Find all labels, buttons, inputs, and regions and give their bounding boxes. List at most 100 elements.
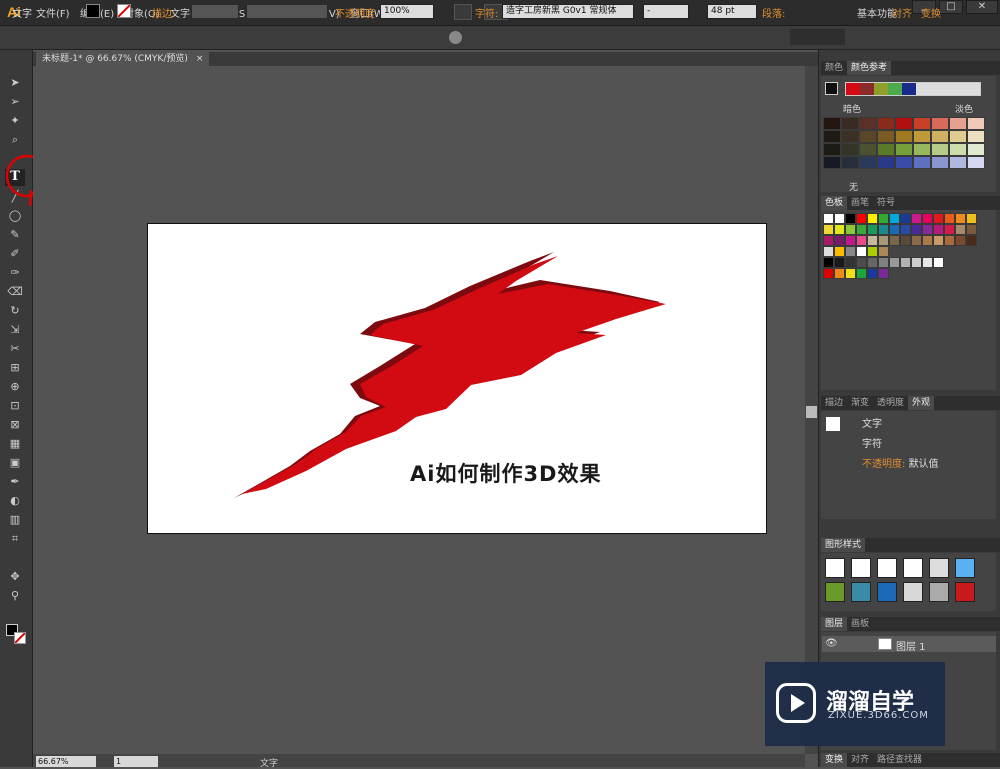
- color-swatch[interactable]: [911, 235, 922, 246]
- tab-color[interactable]: 颜色: [821, 61, 847, 75]
- document-tab[interactable]: 未标题-1* @ 66.67% (CMYK/预览) ×: [36, 52, 210, 66]
- artwork-title-text[interactable]: Ai如何制作3D效果: [410, 458, 602, 488]
- guide-swatch[interactable]: [823, 156, 841, 169]
- gray-swatch[interactable]: [834, 257, 845, 268]
- color-swatch[interactable]: [823, 235, 834, 246]
- recolor-icon[interactable]: [449, 31, 462, 44]
- color-swatch[interactable]: [845, 224, 856, 235]
- graphic-style-thumb[interactable]: [825, 582, 845, 602]
- blend-tool-icon[interactable]: ✒: [5, 473, 25, 490]
- color-swatch[interactable]: [900, 224, 911, 235]
- lasso-tool-icon[interactable]: ⌕: [5, 131, 25, 148]
- graphic-style-thumb[interactable]: [851, 558, 871, 578]
- font-style-field[interactable]: -: [643, 4, 689, 19]
- color-swatch[interactable]: [867, 246, 878, 257]
- magic-wand-tool-icon[interactable]: ✦: [5, 112, 25, 129]
- blob-brush-tool-icon[interactable]: ✑: [5, 264, 25, 281]
- font-family-field[interactable]: 造字工房新黑 G0v1 常规体: [502, 4, 634, 19]
- color-swatch[interactable]: [856, 224, 867, 235]
- font-size-field[interactable]: 48 pt: [707, 4, 757, 19]
- swatches-grid[interactable]: [823, 213, 977, 279]
- color-swatch[interactable]: [867, 224, 878, 235]
- color-swatch[interactable]: [933, 213, 944, 224]
- guide-swatch[interactable]: [913, 117, 931, 130]
- stroke-swatch[interactable]: [117, 4, 131, 18]
- color-swatch[interactable]: [845, 213, 856, 224]
- gray-swatch[interactable]: [889, 257, 900, 268]
- color-swatch[interactable]: [966, 224, 977, 235]
- guide-swatch[interactable]: [895, 117, 913, 130]
- eye-icon[interactable]: 👁: [825, 638, 838, 649]
- tab-brushes[interactable]: 画笔: [847, 196, 873, 210]
- hand-tool-icon[interactable]: ✥: [5, 568, 25, 585]
- graphic-style-thumb[interactable]: [929, 582, 949, 602]
- guide-swatch[interactable]: [895, 156, 913, 169]
- selection-tool-icon[interactable]: ➤: [5, 74, 25, 91]
- paragraph-label[interactable]: 段落:: [762, 5, 785, 20]
- color-swatch[interactable]: [878, 213, 889, 224]
- stroke-weight-field[interactable]: [191, 4, 239, 19]
- eyedropper-tool-icon[interactable]: ▣: [5, 454, 25, 471]
- direct-selection-tool-icon[interactable]: ➢: [5, 93, 25, 110]
- color-swatch[interactable]: [823, 246, 834, 257]
- color-group-swatch[interactable]: [878, 268, 889, 279]
- color-swatch[interactable]: [944, 213, 955, 224]
- scale-tool-icon[interactable]: ⇲: [5, 321, 25, 338]
- color-swatch[interactable]: [834, 246, 845, 257]
- tab-transparency[interactable]: 透明度: [873, 396, 908, 410]
- stroke-color-icon[interactable]: [14, 632, 26, 644]
- guide-swatch[interactable]: [949, 143, 967, 156]
- graphic-style-thumb[interactable]: [877, 582, 897, 602]
- color-swatch[interactable]: [889, 224, 900, 235]
- stroke-style-field[interactable]: [246, 4, 328, 19]
- transform-label[interactable]: 变换: [921, 5, 941, 20]
- layer-name[interactable]: 图层 1: [896, 638, 926, 653]
- color-swatch[interactable]: [911, 213, 922, 224]
- color-swatch[interactable]: [823, 224, 834, 235]
- stroke-label[interactable]: 描边:: [152, 5, 175, 20]
- graphic-style-thumb[interactable]: [955, 582, 975, 602]
- appearance-title[interactable]: 文字: [822, 415, 996, 434]
- gray-swatch[interactable]: [856, 257, 867, 268]
- graphic-style-thumb[interactable]: [825, 558, 845, 578]
- color-swatch[interactable]: [834, 235, 845, 246]
- guide-swatch[interactable]: [967, 117, 985, 130]
- gray-swatch[interactable]: [823, 257, 834, 268]
- color-swatch[interactable]: [944, 224, 955, 235]
- menu-0[interactable]: 文件(F): [36, 5, 70, 20]
- vertical-scroll-thumb[interactable]: [806, 406, 817, 418]
- color-swatch[interactable]: [856, 235, 867, 246]
- color-swatch[interactable]: [856, 213, 867, 224]
- color-swatch[interactable]: [834, 224, 845, 235]
- guide-swatch[interactable]: [895, 130, 913, 143]
- guide-swatch[interactable]: [841, 143, 859, 156]
- perspective-tool-icon[interactable]: ⊡: [5, 397, 25, 414]
- gradient-tool-icon[interactable]: ▦: [5, 435, 25, 452]
- guide-swatch[interactable]: [949, 117, 967, 130]
- color-swatch[interactable]: [867, 235, 878, 246]
- color-swatch[interactable]: [933, 235, 944, 246]
- close-tab-icon[interactable]: ×: [196, 54, 204, 64]
- guide-swatch[interactable]: [841, 156, 859, 169]
- color-swatch[interactable]: [944, 235, 955, 246]
- graphic-style-thumb[interactable]: [955, 558, 975, 578]
- guide-swatch[interactable]: [913, 156, 931, 169]
- color-group-swatch[interactable]: [823, 268, 834, 279]
- tab-artboards[interactable]: 画板: [847, 617, 873, 631]
- guide-swatch[interactable]: [949, 130, 967, 143]
- bridge-icon[interactable]: [454, 4, 472, 20]
- color-group-swatch[interactable]: [867, 268, 878, 279]
- guide-swatch[interactable]: [859, 130, 877, 143]
- color-swatch[interactable]: [900, 235, 911, 246]
- opacity-label[interactable]: 不透明度: [335, 5, 375, 20]
- color-swatch[interactable]: [900, 213, 911, 224]
- gray-swatch[interactable]: [845, 257, 856, 268]
- character-label[interactable]: 字符:: [475, 5, 498, 20]
- guide-swatch[interactable]: [967, 130, 985, 143]
- tab-transform[interactable]: 变换: [821, 753, 848, 767]
- gray-swatch[interactable]: [900, 257, 911, 268]
- gray-swatch[interactable]: [933, 257, 944, 268]
- tab-pathfinder[interactable]: 路径查找器: [873, 753, 926, 767]
- align-label[interactable]: 对齐: [892, 5, 912, 20]
- fill-swatch[interactable]: [86, 4, 100, 18]
